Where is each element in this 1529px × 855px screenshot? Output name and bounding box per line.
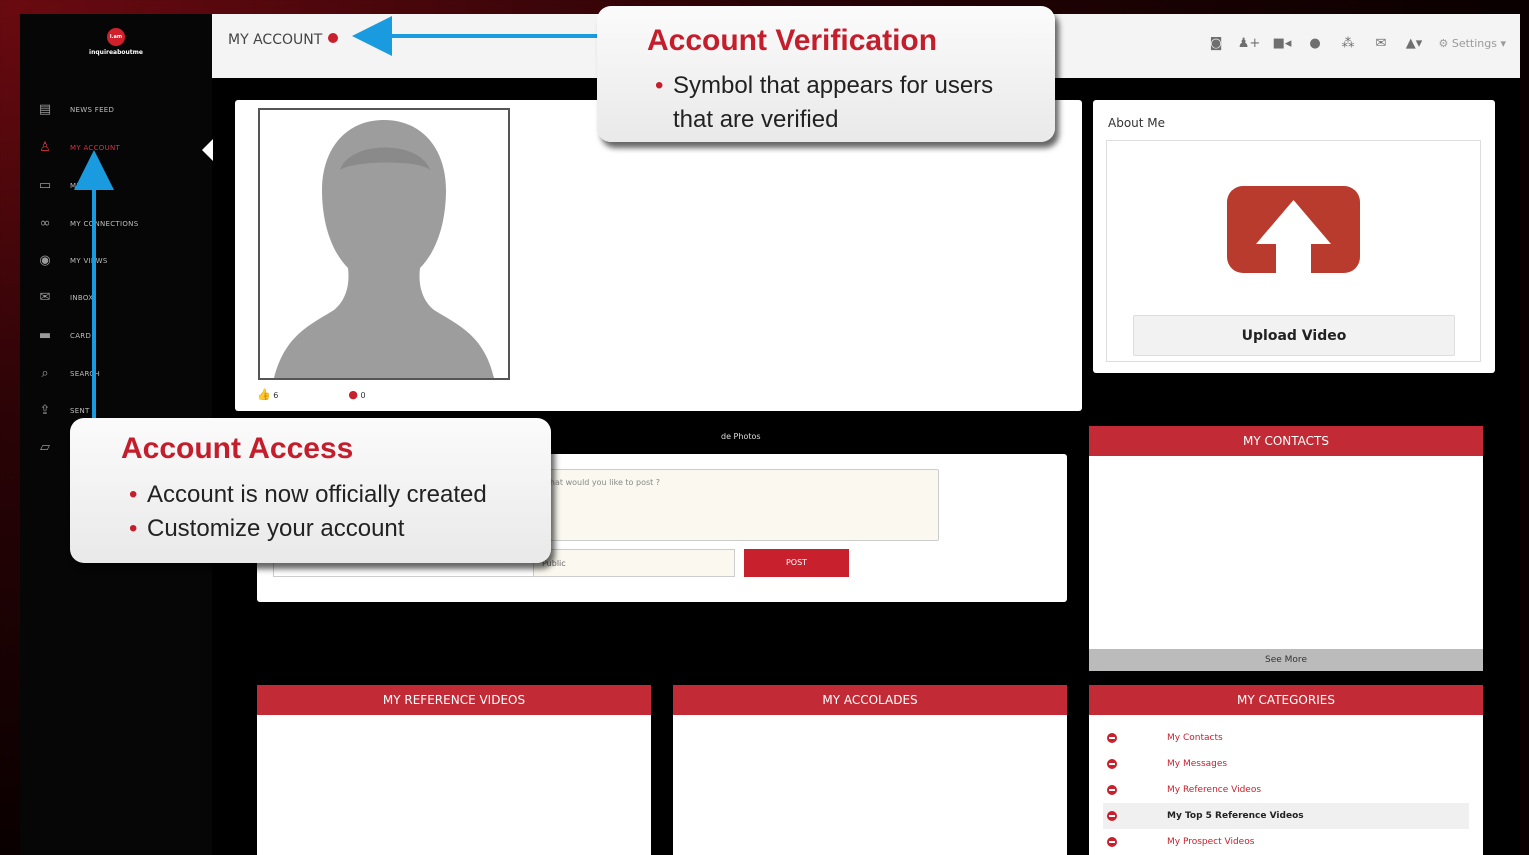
sidebar-item-label: MY CONNECTIONS (70, 220, 139, 228)
page-title: MY ACCOUNT (228, 32, 339, 48)
callout-bullet: Symbol that appears for users that are v… (653, 69, 1033, 137)
categories-panel: MY CATEGORIES My Contacts My Messages My… (1089, 685, 1483, 855)
sidebar-item-label: ME (70, 182, 82, 190)
about-me-card: About Me Upload Video (1093, 100, 1495, 373)
reference-videos-title: MY REFERENCE VIDEOS (257, 685, 651, 715)
group-icon[interactable]: ⁂ (1332, 36, 1365, 51)
settings-menu[interactable]: ⚙ Settings ▾ (1439, 37, 1507, 50)
profile-photo[interactable] (258, 108, 510, 380)
user-icon: ♙ (39, 140, 51, 155)
search-icon: ⌕ (41, 366, 49, 381)
remove-icon[interactable] (1107, 811, 1117, 821)
see-more-button[interactable]: See More (1089, 649, 1483, 671)
page-title-text: MY ACCOUNT (228, 32, 323, 48)
eye-icon: ◉ (39, 253, 51, 268)
contacts-panel: MY CONTACTS See More (1089, 426, 1483, 671)
category-item[interactable]: My Messages (1103, 751, 1469, 777)
visibility-select[interactable]: Public (533, 549, 735, 577)
callout-account-access: Account Access Account is now officially… (70, 418, 551, 563)
monitor-icon: ▭ (38, 178, 52, 193)
logo[interactable]: i.am inquireaboutme (68, 28, 164, 56)
sidebar-item-label: INBOX (70, 294, 94, 302)
accolades-panel: MY ACCOLADES (673, 685, 1067, 855)
active-indicator (202, 139, 213, 161)
category-item[interactable]: My Contacts (1103, 725, 1469, 751)
category-label: My Reference Videos (1167, 785, 1262, 795)
sidebar-item-label: SENT (70, 407, 90, 415)
chat-icon: ▱ (40, 440, 50, 455)
sidebar-item-my-connections[interactable]: ∞ MY CONNECTIONS (36, 214, 206, 234)
callout-bullet: Account is now officially created (127, 478, 487, 512)
post-input[interactable]: What would you like to post ? (533, 469, 939, 541)
profile-card: 👍 6 ● 0 (235, 100, 1082, 411)
mail-icon[interactable]: ✉ (1365, 36, 1398, 51)
sidebar-item-me[interactable]: ▭ ME (36, 176, 206, 196)
category-label: My Contacts (1167, 733, 1223, 743)
upload-video-button[interactable]: Upload Video (1133, 315, 1455, 356)
share-icon: ⇪ (39, 403, 51, 418)
video-icon[interactable]: ■◂ (1266, 36, 1299, 51)
likes-count[interactable]: 👍 6 (257, 388, 278, 401)
envelope-icon: ✉ (39, 290, 51, 305)
sidebar-item-label: SEARCH (70, 370, 101, 378)
profile-stats: 👍 6 ● 0 (257, 388, 366, 401)
sidebar-item-label: CARD (70, 332, 92, 340)
newspaper-icon: ▤ (38, 102, 52, 117)
category-label: My Messages (1167, 759, 1228, 769)
comment-icon: ● (348, 388, 358, 401)
sidebar-item-my-account[interactable]: ♙ MY ACCOUNT (36, 138, 206, 158)
category-label: My Top 5 Reference Videos (1167, 811, 1304, 821)
categories-title: MY CATEGORIES (1089, 685, 1483, 715)
tab-photos[interactable]: de Photos (721, 432, 761, 454)
category-item[interactable]: My Prospect Videos (1103, 829, 1469, 855)
callout-bullet: Customize your account (127, 512, 487, 546)
comments-value: 0 (360, 391, 366, 400)
category-item[interactable]: My Top 5 Reference Videos (1103, 803, 1469, 829)
camera-icon[interactable]: ◙ (1200, 36, 1233, 51)
avatar-placeholder-icon (274, 120, 494, 378)
callout-account-verification: Account Verification Symbol that appears… (597, 6, 1055, 142)
accolades-title: MY ACCOLADES (673, 685, 1067, 715)
sidebar-item-card[interactable]: ▬ CARD (36, 326, 206, 346)
category-label: My Prospect Videos (1167, 837, 1255, 847)
post-button[interactable]: POST (744, 549, 849, 577)
card-icon: ▬ (38, 328, 52, 343)
sidebar-item-label: NEWS FEED (70, 106, 115, 114)
likes-value: 6 (273, 391, 279, 400)
about-me-title: About Me (1108, 116, 1166, 130)
sidebar-item-my-views[interactable]: ◉ MY VIEWS (36, 251, 206, 271)
chat-icon[interactable]: ● (1299, 36, 1332, 51)
remove-icon[interactable] (1107, 785, 1117, 795)
remove-icon[interactable] (1107, 837, 1117, 847)
callout-bullets: Account is now officially created Custom… (127, 478, 487, 546)
sidebar-item-search[interactable]: ⌕ SEARCH (36, 364, 206, 384)
remove-icon[interactable] (1107, 733, 1117, 743)
callout-bullets: Symbol that appears for users that are v… (653, 69, 1033, 137)
toolbar: ◙ ♟+ ■◂ ● ⁂ ✉ ▲▾ ⚙ Settings ▾ (1200, 36, 1507, 51)
upload-video-icon (1227, 186, 1360, 273)
video-upload-area: Upload Video (1106, 140, 1481, 362)
sidebar-item-label: MY VIEWS (70, 257, 108, 265)
sidebar-item-label: MY ACCOUNT (70, 144, 121, 152)
callout-title: Account Verification (647, 24, 938, 57)
logo-text: inquireaboutme (89, 49, 143, 56)
remove-icon[interactable] (1107, 759, 1117, 769)
add-user-icon[interactable]: ♟+ (1233, 36, 1266, 51)
comments-count[interactable]: ● 0 (348, 388, 365, 401)
link-icon: ∞ (39, 216, 51, 231)
thumbs-up-icon: 👍 (257, 388, 271, 401)
category-item[interactable]: My Reference Videos (1103, 777, 1469, 803)
bell-icon[interactable]: ▲▾ (1398, 36, 1431, 51)
sidebar-item-inbox[interactable]: ✉ INBOX (36, 288, 206, 308)
sidebar-item-news-feed[interactable]: ▤ NEWS FEED (36, 100, 206, 120)
verified-badge-icon (328, 33, 339, 43)
logo-badge: i.am (107, 28, 125, 46)
contacts-title: MY CONTACTS (1089, 426, 1483, 456)
callout-title: Account Access (121, 432, 354, 465)
categories-list: My Contacts My Messages My Reference Vid… (1103, 725, 1469, 855)
reference-videos-panel: MY REFERENCE VIDEOS (257, 685, 651, 855)
